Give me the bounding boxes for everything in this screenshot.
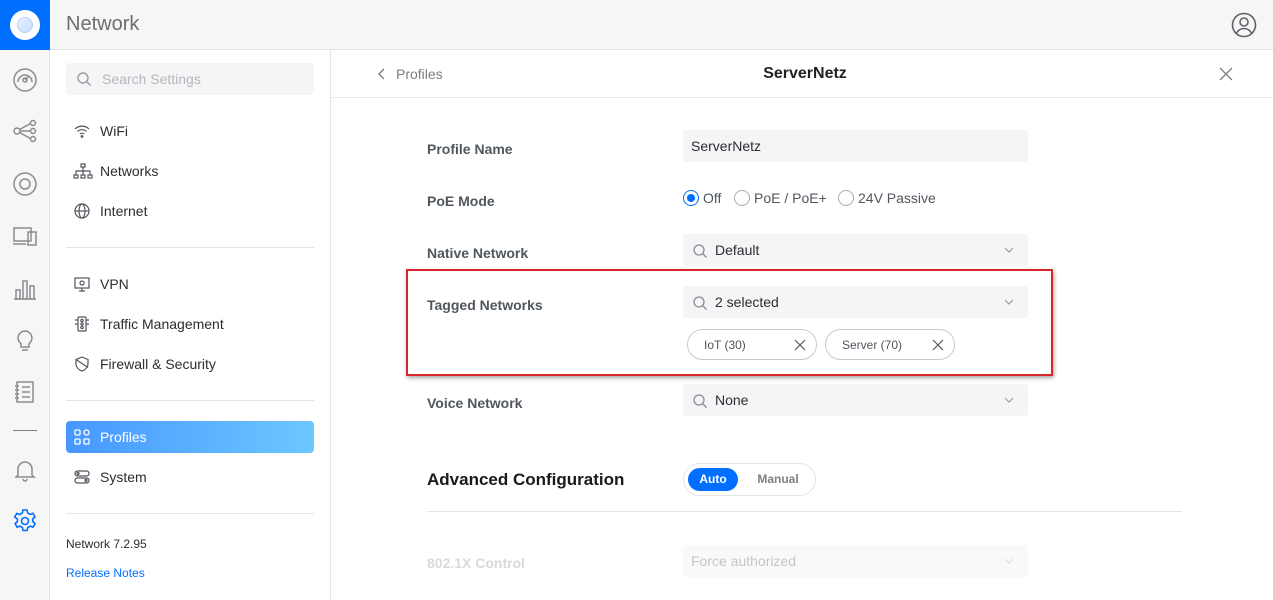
native-network-select[interactable]: Default — [683, 234, 1028, 266]
section-divider — [427, 511, 1182, 512]
top-bar: Network — [0, 0, 1273, 50]
dot1x-control-value: Force authorized — [691, 553, 797, 569]
sidebar-divider — [66, 247, 314, 248]
native-network-value: Default — [715, 242, 760, 258]
voice-network-value: None — [715, 392, 749, 408]
profile-name-input[interactable]: ServerNetz — [683, 130, 1028, 162]
sidebar-item-vpn[interactable]: VPN — [66, 268, 314, 300]
insights-icon[interactable] — [12, 328, 38, 354]
logo-center — [17, 17, 33, 33]
sidebar-item-internet[interactable]: Internet — [66, 195, 314, 227]
radio-label: Off — [703, 190, 722, 206]
search-icon — [77, 72, 91, 86]
rail-divider — [13, 430, 37, 431]
vpn-icon — [74, 277, 90, 292]
sidebar-divider — [66, 400, 314, 401]
search-icon — [693, 244, 707, 258]
sidebar-item-label: Profiles — [100, 429, 147, 445]
sidebar-item-label: System — [100, 469, 147, 485]
app-title: Network — [66, 13, 140, 35]
release-notes-link[interactable]: Release Notes — [66, 566, 145, 580]
radio-indicator — [734, 190, 750, 206]
statistics-icon[interactable] — [12, 276, 38, 302]
devices-icon[interactable] — [12, 171, 38, 197]
system-log-icon[interactable] — [12, 379, 38, 405]
highlight-box — [406, 269, 1053, 376]
sidebar-item-label: WiFi — [100, 123, 128, 139]
sidebar-item-label: VPN — [100, 276, 129, 292]
wifi-icon — [74, 125, 90, 138]
sidebar-item-system[interactable]: System — [66, 461, 314, 493]
search-icon — [693, 394, 707, 408]
dot1x-control-select: Force authorized — [683, 545, 1028, 577]
voice-network-label: Voice Network — [427, 395, 523, 411]
alarm-icon[interactable] — [12, 457, 38, 483]
search-placeholder: Search Settings — [102, 71, 201, 87]
topology-icon[interactable] — [12, 118, 38, 144]
advanced-configuration-heading: Advanced Configuration — [427, 470, 625, 489]
profile-name-value: ServerNetz — [691, 138, 762, 154]
settings-sidebar: Search Settings WiFi Networks Internet V… — [50, 50, 331, 600]
icon-rail — [0, 50, 50, 600]
radio-label: 24V Passive — [858, 190, 936, 206]
advanced-mode-toggle: Auto Manual — [683, 463, 816, 496]
panel-title: ServerNetz — [763, 65, 847, 82]
app-version: Network 7.2.95 — [66, 537, 147, 551]
chevron-down-icon — [1004, 247, 1014, 253]
sidebar-item-label: Networks — [100, 163, 159, 179]
dashboard-icon[interactable] — [12, 67, 38, 93]
profile-name-label: Profile Name — [427, 141, 513, 157]
dot1x-control-label: 802.1X Control — [427, 555, 526, 571]
radio-indicator — [838, 190, 854, 206]
search-input[interactable]: Search Settings — [66, 63, 314, 95]
sidebar-item-traffic-management[interactable]: Traffic Management — [66, 308, 314, 340]
auto-mode-button[interactable]: Auto — [688, 468, 738, 491]
settings-icon[interactable] — [12, 508, 38, 534]
panel-header: Profiles ServerNetz — [331, 50, 1273, 98]
sidebar-divider — [66, 513, 314, 514]
chevron-down-icon — [1004, 397, 1014, 403]
voice-network-select[interactable]: None — [683, 384, 1028, 416]
system-icon — [74, 470, 90, 484]
sidebar-item-label: Internet — [100, 203, 148, 219]
networks-icon — [73, 163, 93, 179]
user-avatar-icon[interactable] — [1231, 12, 1257, 38]
clients-icon[interactable] — [12, 223, 38, 249]
sidebar-item-label: Firewall & Security — [100, 356, 216, 372]
profile-editor-panel: Profiles ServerNetz Profile Name ServerN… — [331, 50, 1273, 600]
shield-icon — [75, 356, 89, 372]
profiles-icon — [74, 429, 90, 445]
native-network-label: Native Network — [427, 245, 529, 261]
radio-selected-indicator — [683, 190, 699, 206]
radio-label: PoE / PoE+ — [754, 190, 827, 206]
sidebar-item-wifi[interactable]: WiFi — [66, 115, 314, 147]
manual-mode-button[interactable]: Manual — [748, 468, 808, 491]
sidebar-item-label: Traffic Management — [100, 316, 224, 332]
sidebar-item-firewall-security[interactable]: Firewall & Security — [66, 348, 314, 380]
sidebar-item-networks[interactable]: Networks — [66, 155, 314, 187]
globe-icon — [74, 203, 90, 219]
close-icon[interactable] — [1219, 67, 1233, 81]
unifi-logo[interactable] — [0, 0, 50, 50]
traffic-icon — [75, 316, 89, 332]
poe-mode-label: PoE Mode — [427, 193, 495, 209]
chevron-down-icon — [1004, 558, 1014, 564]
sidebar-item-profiles[interactable]: Profiles — [66, 421, 314, 453]
